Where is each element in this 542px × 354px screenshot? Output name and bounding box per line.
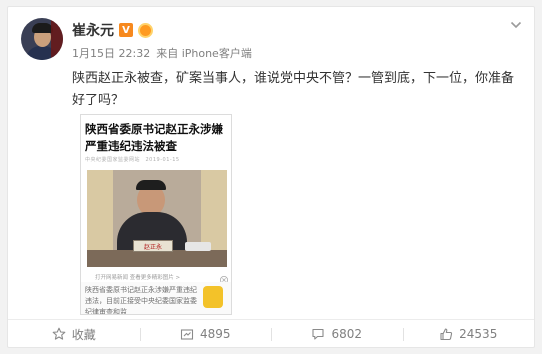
repost-count: 4895 <box>199 327 231 341</box>
image-caption: 打开网易新闻 查看更多精彩图片 > <box>95 275 181 281</box>
collect-button[interactable]: 收藏 <box>8 320 140 348</box>
verified-v-icon: V <box>119 23 133 37</box>
shared-article-title: 陕西省委原书记赵正永涉嫌严重违纪违法被查 <box>85 122 223 153</box>
article-photo: 赵正永 <box>87 170 227 267</box>
weibo-post-card: 崔永元 V 1月15日 22:32 来自 iPhone客户端 陕西赵正永被查，矿… <box>7 6 535 348</box>
repost-button[interactable]: 4895 <box>139 320 272 348</box>
author-avatar[interactable] <box>21 18 63 60</box>
star-icon <box>52 327 66 340</box>
author-row: 崔永元 V <box>72 21 153 39</box>
shared-article-image[interactable]: 陕西省委原书记赵正永涉嫌严重违纪违法被查 中央纪委国家监委网站 2019-01-… <box>80 114 232 315</box>
thumbs-up-icon <box>440 328 453 341</box>
ad-text: 陕西省委原书记赵正永涉嫌严重违纪违法，目前正接受中央纪委国家监委纪律审查和监 <box>85 286 197 315</box>
comment-button[interactable]: 6802 <box>271 320 403 348</box>
app-download-icon[interactable] <box>203 286 223 308</box>
action-bar: 收藏 4895 6802 24535 <box>8 319 534 348</box>
post-source: 来自 iPhone客户端 <box>156 47 252 60</box>
comment-count: 6802 <box>331 327 363 341</box>
post-time[interactable]: 1月15日 22:32 <box>72 45 150 61</box>
comment-icon <box>312 328 325 340</box>
author-name[interactable]: 崔永元 <box>72 20 114 40</box>
post-body-text: 陕西赵正永被查，矿案当事人，谁说党中央不管？一管到底，下一位，你准备好了吗？ <box>72 71 515 108</box>
member-medal-icon <box>138 22 153 38</box>
post-meta: 1月15日 22:32 来自 iPhone客户端 <box>72 45 252 61</box>
collect-label: 收藏 <box>71 327 96 342</box>
chevron-down-icon[interactable] <box>510 19 522 31</box>
like-count: 24535 <box>459 327 498 341</box>
like-button[interactable]: 24535 <box>402 320 535 348</box>
nameplate: 赵正永 <box>133 240 173 252</box>
repost-icon <box>180 329 194 340</box>
shared-article-source: 中央纪委国家监委网站 2019-01-15 <box>85 157 180 163</box>
